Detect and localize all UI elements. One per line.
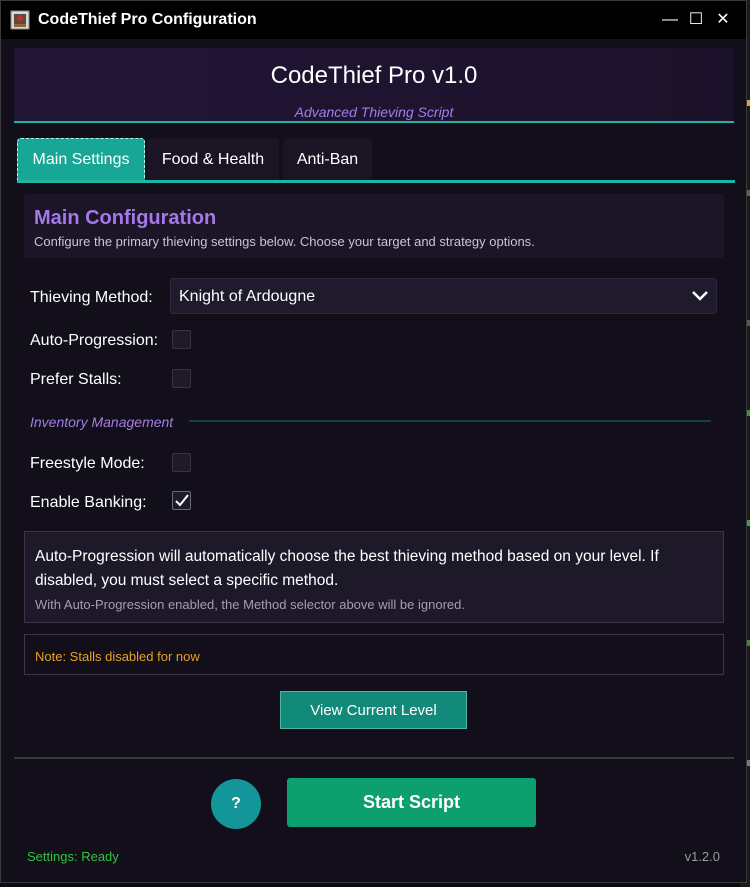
section-description: Configure the primary thieving settings … xyxy=(34,234,535,249)
config-window: CodeThief Pro Configuration — ☐ ✕ CodeTh… xyxy=(0,0,747,883)
window-title: CodeThief Pro Configuration xyxy=(38,11,257,28)
app-header: CodeThief Pro v1.0 Advanced Thieving Scr… xyxy=(14,48,734,123)
note-text: Note: Stalls disabled for now xyxy=(35,649,200,664)
tab-anti-ban[interactable]: Anti-Ban xyxy=(283,138,372,181)
minimize-icon[interactable]: — xyxy=(659,9,681,31)
status-text: Settings: Ready xyxy=(27,849,119,864)
note-panel: Note: Stalls disabled for now xyxy=(24,634,724,675)
check-icon xyxy=(175,494,189,507)
auto-progression-checkbox[interactable] xyxy=(172,330,191,349)
thieving-method-value: Knight of Ardougne xyxy=(179,288,316,305)
auto-progression-label: Auto-Progression: xyxy=(30,332,159,349)
info-text: Auto-Progression will automatically choo… xyxy=(35,548,659,589)
version-label: v1.2.0 xyxy=(684,849,720,864)
tab-main-settings[interactable]: Main Settings xyxy=(17,138,145,181)
close-icon[interactable]: ✕ xyxy=(712,9,734,31)
title-bar[interactable]: CodeThief Pro Configuration — ☐ ✕ xyxy=(1,1,746,39)
tab-food-health[interactable]: Food & Health xyxy=(147,138,279,181)
thieving-method-label: Thieving Method: xyxy=(30,289,153,306)
help-button[interactable]: ? xyxy=(211,779,261,829)
section-header: Main Configuration Configure the primary… xyxy=(24,194,724,258)
app-subtitle: Advanced Thieving Script xyxy=(294,104,454,120)
thieving-method-select[interactable]: Knight of Ardougne xyxy=(170,278,717,314)
enable-banking-checkbox[interactable] xyxy=(172,491,191,510)
prefer-stalls-checkbox[interactable] xyxy=(172,369,191,388)
start-script-button[interactable]: Start Script xyxy=(287,778,536,827)
maximize-icon[interactable]: ☐ xyxy=(685,9,707,31)
freestyle-mode-checkbox[interactable] xyxy=(172,453,191,472)
info-subtext: With Auto-Progression enabled, the Metho… xyxy=(35,597,465,612)
section-divider xyxy=(189,420,711,422)
tabs-underline xyxy=(17,180,735,183)
app-title: CodeThief Pro v1.0 xyxy=(270,62,478,89)
footer-separator xyxy=(14,757,734,759)
enable-banking-label: Enable Banking: xyxy=(30,494,147,511)
inventory-management-heading: Inventory Management xyxy=(30,414,174,430)
section-title: Main Configuration xyxy=(34,207,217,229)
freestyle-mode-label: Freestyle Mode: xyxy=(30,455,145,472)
prefer-stalls-label: Prefer Stalls: xyxy=(30,371,122,388)
info-panel: Auto-Progression will automatically choo… xyxy=(24,531,724,623)
app-icon xyxy=(10,10,30,30)
view-current-level-button[interactable]: View Current Level xyxy=(280,691,467,729)
chevron-down-icon[interactable] xyxy=(688,283,712,309)
